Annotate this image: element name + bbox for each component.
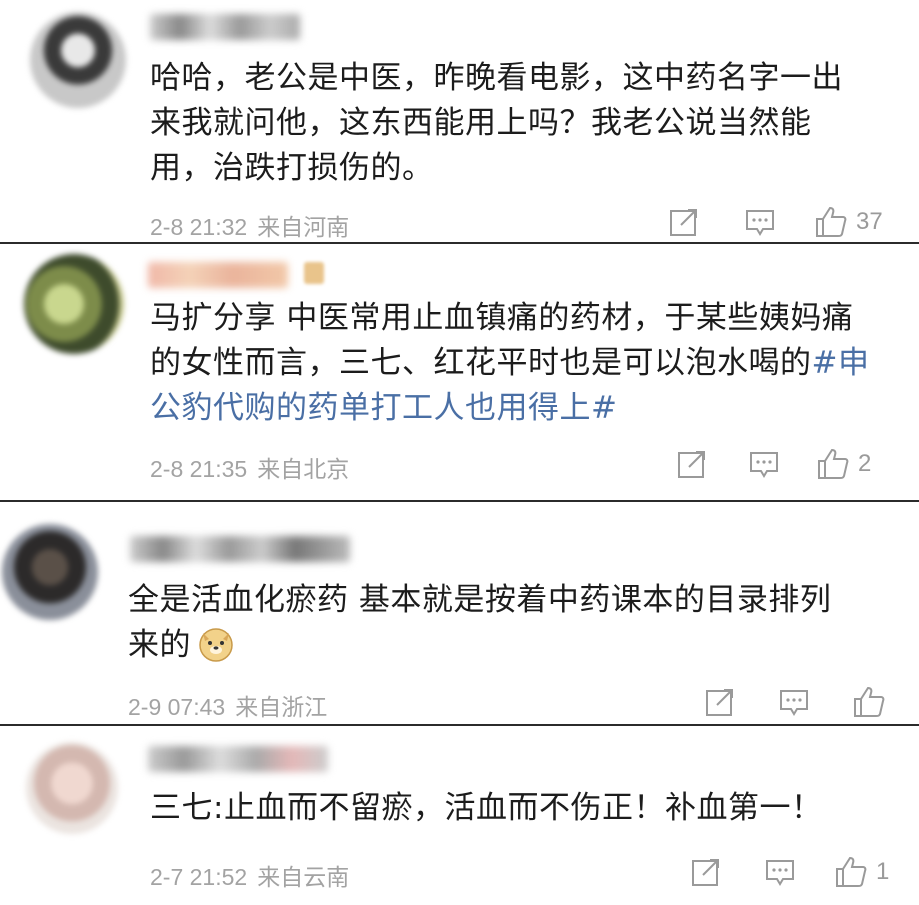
thumbs-up-icon: [814, 205, 848, 239]
comment-date: 2-8 21:32: [150, 214, 248, 240]
share-button[interactable]: [668, 205, 700, 239]
comment-text: 马扩分享 中医常用止血镇痛的药材，于某些姨妈痛 的女性而言，三七、红花平时也是可…: [150, 296, 890, 431]
reply-button[interactable]: [748, 447, 780, 481]
like-button[interactable]: 2: [816, 447, 871, 481]
thumbs-up-icon: [834, 855, 868, 889]
reply-button[interactable]: [764, 855, 796, 889]
share-button[interactable]: [690, 855, 722, 889]
share-icon: [668, 206, 700, 238]
reply-button[interactable]: [778, 685, 810, 719]
like-count: 2: [858, 450, 872, 477]
comment-actions: 37: [668, 205, 908, 239]
comment-meta: 2-7 21:52 来自云南: [150, 858, 349, 892]
vip-badge-icon: [304, 262, 324, 284]
comment-date: 2-8 21:35: [150, 456, 248, 482]
share-button[interactable]: [704, 685, 736, 719]
comment-meta: 2-8 21:32 来自河南: [150, 208, 349, 242]
avatar[interactable]: [2, 524, 98, 620]
comment-text: 三七:止血而不留瘀，活血而不伤正！补血第一！: [150, 790, 823, 826]
like-count: 37: [856, 208, 883, 235]
comment-text: 全是活血化瘀药 基本就是按着中药课本的目录排列 来的: [128, 578, 898, 668]
comment-item: 马扩分享 中医常用止血镇痛的药材，于某些姨妈痛 的女性而言，三七、红花平时也是可…: [0, 244, 919, 500]
share-icon: [690, 856, 722, 888]
username-blurred[interactable]: [130, 536, 350, 562]
thumbs-up-icon: [852, 685, 886, 719]
comment-date: 2-9 07:43: [128, 694, 226, 720]
comment-item: 三七:止血而不留瘀，活血而不伤正！补血第一！ 2-7 21:52 来自云南 1: [0, 726, 919, 905]
comment-item: 哈哈，老公是中医，昨晚看电影，这中药名字一出 来我就问他，这东西能用上吗？我老公…: [0, 0, 919, 242]
like-button[interactable]: 37: [814, 205, 883, 239]
comment-text-body: 马扩分享 中医常用止血镇痛的药材，于某些姨妈痛 的女性而言，三七、红花平时也是可…: [150, 300, 854, 381]
share-icon: [704, 686, 736, 718]
comment-location: 来自浙江: [235, 695, 328, 721]
comment-location: 来自北京: [257, 457, 350, 483]
comment-text: 哈哈，老公是中医，昨晚看电影，这中药名字一出 来我就问他，这东西能用上吗？我老公…: [150, 60, 843, 186]
comment-actions: 1: [690, 855, 910, 889]
comment-icon: [778, 686, 810, 718]
share-button[interactable]: [676, 447, 708, 481]
username-blurred[interactable]: [148, 262, 288, 288]
comment-icon: [748, 448, 780, 480]
comment-item: 全是活血化瘀药 基本就是按着中药课本的目录排列 来的 2-9 07:43 来自浙江: [0, 502, 919, 724]
comment-icon: [764, 856, 796, 888]
doge-emoji-icon: [197, 625, 235, 663]
like-button[interactable]: 1: [834, 855, 889, 889]
comment-location: 来自云南: [257, 865, 350, 891]
avatar[interactable]: [30, 12, 126, 108]
thumbs-up-icon: [816, 447, 850, 481]
comment-actions: 2: [676, 447, 908, 481]
username-blurred[interactable]: [148, 746, 328, 772]
comment-date: 2-7 21:52: [150, 864, 248, 890]
avatar[interactable]: [24, 254, 124, 354]
like-button[interactable]: [852, 685, 894, 719]
username-blurred[interactable]: [150, 14, 300, 40]
comment-actions: [704, 685, 904, 719]
comment-location: 来自河南: [257, 215, 350, 241]
share-icon: [676, 448, 708, 480]
reply-button[interactable]: [744, 205, 776, 239]
like-count: 1: [876, 858, 890, 885]
comment-meta: 2-9 07:43 来自浙江: [128, 688, 327, 722]
comment-icon: [744, 206, 776, 238]
avatar[interactable]: [26, 742, 118, 834]
comment-meta: 2-8 21:35 来自北京: [150, 450, 349, 484]
